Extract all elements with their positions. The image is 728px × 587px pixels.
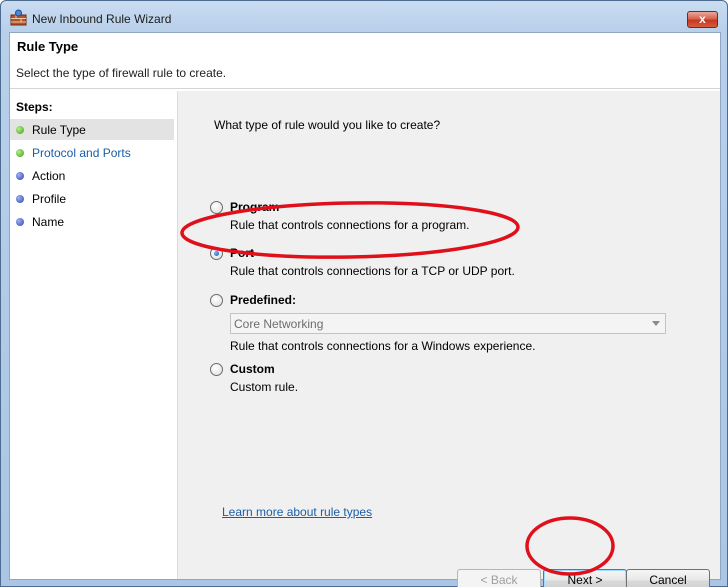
step-label[interactable]: Protocol and Ports: [32, 146, 131, 160]
cancel-button[interactable]: Cancel: [626, 569, 710, 587]
step-pending-icon: [16, 172, 24, 180]
predefined-radio[interactable]: [210, 294, 223, 307]
title-bar[interactable]: New Inbound Rule Wizard x: [1, 1, 727, 33]
custom-radio[interactable]: [210, 363, 223, 376]
option-title[interactable]: Program: [230, 200, 279, 214]
option-description: Rule that controls connections for a pro…: [230, 218, 470, 232]
page-title: Rule Type: [17, 39, 79, 54]
step-pending-icon: [16, 218, 24, 226]
step-profile: Profile: [10, 188, 174, 209]
step-label: Name: [32, 215, 65, 229]
learn-more-link[interactable]: Learn more about rule types: [222, 505, 372, 519]
wizard-header: Rule Type Select the type of firewall ru…: [10, 33, 720, 89]
step-label: Rule Type: [32, 123, 86, 137]
question-text: What type of rule would you like to crea…: [214, 118, 441, 132]
port-radio[interactable]: [210, 247, 223, 260]
steps-heading: Steps:: [16, 100, 53, 114]
option-title[interactable]: Custom: [230, 362, 275, 376]
next-button[interactable]: Next >: [543, 569, 627, 587]
option-title[interactable]: Port: [230, 246, 254, 260]
predefined-select-value: Core Networking: [234, 317, 324, 331]
option-custom[interactable]: Custom Custom rule.: [210, 362, 630, 397]
option-port[interactable]: Port Rule that controls connections for …: [210, 246, 630, 281]
back-button[interactable]: < Back: [457, 569, 541, 587]
wizard-window: New Inbound Rule Wizard x Rule Type Sele…: [0, 0, 728, 587]
option-program[interactable]: Program Rule that controls connections f…: [210, 200, 630, 235]
main-pane: What type of rule would you like to crea…: [178, 91, 720, 587]
option-description: Rule that controls connections for a Win…: [230, 339, 536, 353]
step-name: Name: [10, 211, 174, 232]
predefined-select: Core Networking: [230, 313, 666, 334]
step-rule-type: Rule Type: [10, 119, 174, 140]
step-action: Action: [10, 165, 174, 186]
step-complete-icon: [16, 149, 24, 157]
close-button[interactable]: x: [687, 11, 718, 28]
window-title: New Inbound Rule Wizard: [32, 12, 172, 26]
step-pending-icon: [16, 195, 24, 203]
option-description: Rule that controls connections for a TCP…: [230, 264, 515, 278]
option-description: Custom rule.: [230, 380, 299, 394]
page-subtitle: Select the type of firewall rule to crea…: [16, 66, 227, 80]
steps-pane: Steps: Rule Type Protocol and Ports Acti…: [10, 91, 178, 579]
chevron-down-icon: [652, 321, 660, 326]
close-icon: x: [699, 12, 706, 26]
option-title[interactable]: Predefined:: [230, 293, 296, 307]
step-label: Action: [32, 169, 66, 183]
option-predefined[interactable]: Predefined: Core Networking Rule that co…: [210, 293, 680, 356]
program-radio[interactable]: [210, 201, 223, 214]
step-label: Profile: [32, 192, 67, 206]
firewall-icon: [10, 9, 27, 26]
step-complete-icon: [16, 126, 24, 134]
step-protocol-and-ports[interactable]: Protocol and Ports: [10, 142, 174, 163]
wizard-client-area: Rule Type Select the type of firewall ru…: [9, 32, 721, 587]
